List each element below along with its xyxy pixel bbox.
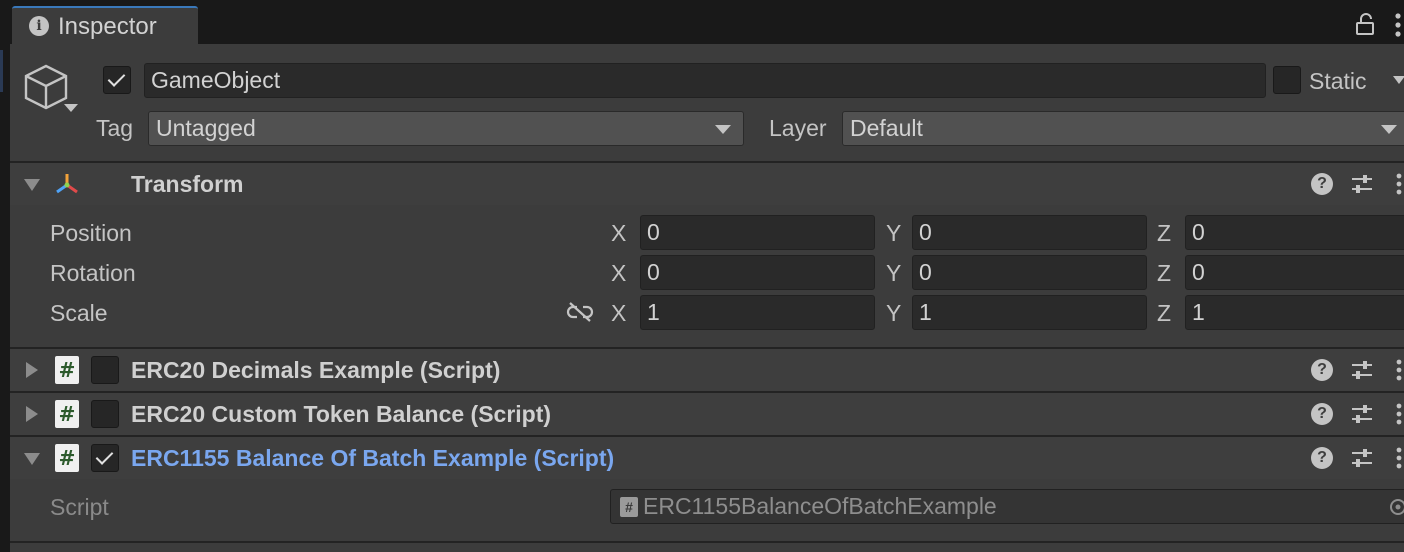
position-y-field[interactable]: 0 (912, 215, 1147, 250)
kebab-menu-icon[interactable] (1394, 358, 1404, 384)
help-icon[interactable]: ? (1311, 403, 1333, 425)
left-window-edge (0, 0, 10, 552)
foldout-expanded-icon[interactable] (24, 453, 40, 465)
sliders-icon[interactable] (1350, 172, 1374, 196)
rotation-x-field[interactable]: 0 (640, 255, 875, 290)
scale-y-field[interactable]: 1 (912, 295, 1147, 330)
rotation-y-field[interactable]: 0 (912, 255, 1147, 290)
position-x-field[interactable]: 0 (640, 215, 875, 250)
component-title: ERC1155 Balance Of Batch Example (Script… (131, 445, 615, 471)
window-tab-bar (0, 0, 1404, 44)
chevron-down-icon (1381, 125, 1397, 134)
gameobject-name-field[interactable]: GameObject (144, 63, 1266, 98)
script-value: ERC1155BalanceOfBatchExample (643, 493, 997, 519)
rotation-label: Rotation (50, 260, 136, 286)
kebab-menu-icon[interactable] (1392, 12, 1404, 38)
rotation-z-field[interactable]: 0 (1185, 255, 1404, 290)
axis-y-label: Y (886, 300, 902, 326)
foldout-expanded-icon[interactable] (24, 179, 40, 191)
tag-dropdown[interactable]: Untagged (148, 111, 744, 146)
axis-z-label: Z (1157, 220, 1172, 246)
scale-z-field[interactable]: 1 (1185, 295, 1404, 330)
cube-icon[interactable] (22, 62, 80, 118)
component-enable-checkbox[interactable] (91, 444, 119, 472)
help-icon[interactable]: ? (1311, 173, 1333, 195)
script-label: Script (50, 494, 109, 520)
sliders-icon[interactable] (1350, 402, 1374, 426)
divider (10, 541, 1404, 543)
layer-dropdown[interactable]: Default (842, 111, 1404, 146)
kebab-menu-icon[interactable] (1394, 172, 1404, 198)
transform-axes-icon (56, 174, 78, 194)
static-dropdown-arrow-icon[interactable] (1393, 76, 1404, 84)
component-enable-checkbox[interactable] (91, 356, 119, 384)
hash-script-icon: # (55, 356, 79, 384)
kebab-menu-icon[interactable] (1394, 446, 1404, 472)
component-enable-checkbox[interactable] (91, 400, 119, 428)
component-title: ERC20 Decimals Example (Script) (131, 357, 501, 383)
tab-inspector[interactable]: i Inspector (12, 6, 198, 46)
axis-z-label: Z (1157, 260, 1172, 286)
axis-y-label: Y (886, 260, 902, 286)
help-icon[interactable]: ? (1311, 447, 1333, 469)
layer-label: Layer (769, 115, 827, 141)
edge-marker (0, 50, 3, 92)
foldout-collapsed-icon[interactable] (26, 362, 38, 378)
target-icon[interactable] (1388, 497, 1404, 517)
transform-title: Transform (131, 171, 244, 197)
sliders-icon[interactable] (1350, 358, 1374, 382)
static-checkbox[interactable] (1273, 66, 1301, 94)
layer-value: Default (850, 115, 923, 141)
tab-title: Inspector (58, 13, 157, 40)
hash-script-icon: # (55, 400, 79, 428)
position-z-field[interactable]: 0 (1185, 215, 1404, 250)
script-object-field[interactable]: # ERC1155BalanceOfBatchExample (610, 489, 1404, 524)
static-label: Static (1309, 68, 1367, 94)
sliders-icon[interactable] (1350, 446, 1374, 470)
tag-label: Tag (96, 115, 134, 141)
hash-script-icon: # (55, 444, 79, 472)
scale-label: Scale (50, 300, 108, 326)
axis-x-label: X (611, 220, 627, 246)
info-icon: i (29, 16, 49, 36)
chevron-down-icon (715, 125, 731, 134)
active-checkbox[interactable] (103, 66, 131, 94)
axis-z-label: Z (1157, 300, 1172, 326)
unlinked-chain-icon[interactable] (566, 300, 594, 324)
kebab-menu-icon[interactable] (1394, 402, 1404, 428)
lock-icon[interactable] (1354, 12, 1376, 36)
axis-x-label: X (611, 300, 627, 326)
help-icon[interactable]: ? (1311, 359, 1333, 381)
axis-x-label: X (611, 260, 627, 286)
axis-y-label: Y (886, 220, 902, 246)
scale-x-field[interactable]: 1 (640, 295, 875, 330)
hash-script-icon: # (620, 497, 638, 517)
position-label: Position (50, 220, 132, 246)
tag-value: Untagged (156, 115, 256, 141)
component-title: ERC20 Custom Token Balance (Script) (131, 401, 552, 427)
foldout-collapsed-icon[interactable] (26, 406, 38, 422)
